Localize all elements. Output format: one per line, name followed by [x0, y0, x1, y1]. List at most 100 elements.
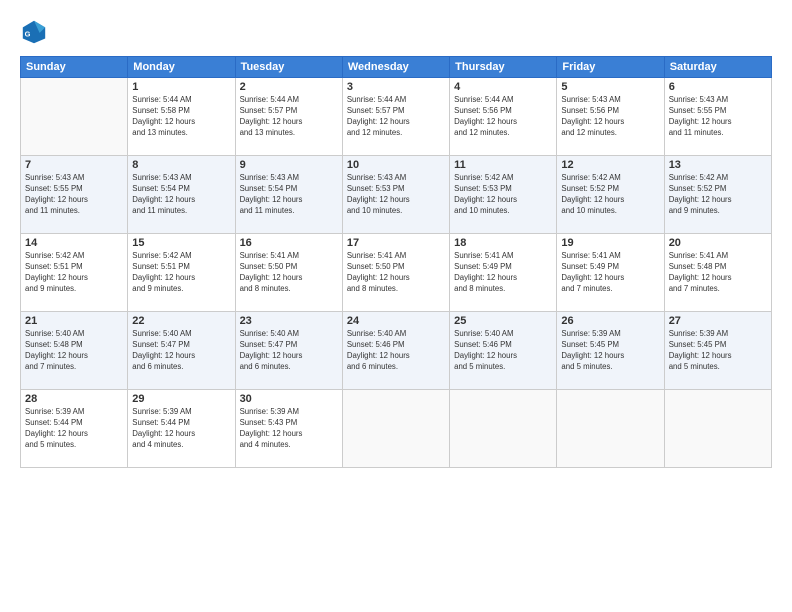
calendar-header-sunday: Sunday [21, 57, 128, 78]
day-number: 2 [240, 81, 338, 93]
day-info: Sunrise: 5:43 AM Sunset: 5:54 PM Dayligh… [132, 173, 230, 217]
calendar-cell: 13 Sunrise: 5:42 AM Sunset: 5:52 PM Dayli… [664, 156, 771, 234]
day-number: 14 [25, 237, 123, 249]
day-number: 23 [240, 315, 338, 327]
calendar-header-thursday: Thursday [450, 57, 557, 78]
calendar-cell: 11 Sunrise: 5:42 AM Sunset: 5:53 PM Dayli… [450, 156, 557, 234]
logo: G [20, 18, 52, 46]
day-number: 15 [132, 237, 230, 249]
svg-text:G: G [25, 30, 31, 39]
calendar-cell: 8 Sunrise: 5:43 AM Sunset: 5:54 PM Daylig… [128, 156, 235, 234]
day-info: Sunrise: 5:39 AM Sunset: 5:45 PM Dayligh… [669, 329, 767, 373]
day-info: Sunrise: 5:43 AM Sunset: 5:53 PM Dayligh… [347, 173, 445, 217]
day-number: 19 [561, 237, 659, 249]
day-number: 29 [132, 393, 230, 405]
day-number: 3 [347, 81, 445, 93]
calendar-cell: 15 Sunrise: 5:42 AM Sunset: 5:51 PM Dayli… [128, 234, 235, 312]
calendar-header-friday: Friday [557, 57, 664, 78]
day-info: Sunrise: 5:40 AM Sunset: 5:47 PM Dayligh… [132, 329, 230, 373]
day-info: Sunrise: 5:41 AM Sunset: 5:49 PM Dayligh… [454, 251, 552, 295]
calendar-cell: 25 Sunrise: 5:40 AM Sunset: 5:46 PM Dayli… [450, 312, 557, 390]
day-number: 5 [561, 81, 659, 93]
calendar-week-row: 28Sunrise: 5:39 AM Sunset: 5:44 PM Dayli… [21, 390, 772, 468]
calendar-cell: 14 Sunrise: 5:42 AM Sunset: 5:51 PM Dayli… [21, 234, 128, 312]
day-info: Sunrise: 5:44 AM Sunset: 5:57 PM Dayligh… [347, 95, 445, 139]
day-number: 13 [669, 159, 767, 171]
day-number: 25 [454, 315, 552, 327]
calendar-cell: 16 Sunrise: 5:41 AM Sunset: 5:50 PM Dayli… [235, 234, 342, 312]
calendar-cell [450, 390, 557, 468]
day-info: Sunrise: 5:42 AM Sunset: 5:53 PM Dayligh… [454, 173, 552, 217]
day-info: Sunrise: 5:39 AM Sunset: 5:44 PM Dayligh… [132, 407, 230, 451]
calendar-cell: 20Sunrise: 5:41 AM Sunset: 5:48 PM Dayli… [664, 234, 771, 312]
calendar-cell: 29 Sunrise: 5:39 AM Sunset: 5:44 PM Dayli… [128, 390, 235, 468]
calendar-cell: 30 Sunrise: 5:39 AM Sunset: 5:43 PM Dayli… [235, 390, 342, 468]
day-info: Sunrise: 5:43 AM Sunset: 5:56 PM Dayligh… [561, 95, 659, 139]
day-info: Sunrise: 5:41 AM Sunset: 5:49 PM Dayligh… [561, 251, 659, 295]
calendar-table: SundayMondayTuesdayWednesdayThursdayFrid… [20, 56, 772, 468]
day-number: 12 [561, 159, 659, 171]
day-info: Sunrise: 5:39 AM Sunset: 5:44 PM Dayligh… [25, 407, 123, 451]
day-info: Sunrise: 5:41 AM Sunset: 5:50 PM Dayligh… [240, 251, 338, 295]
day-info: Sunrise: 5:41 AM Sunset: 5:50 PM Dayligh… [347, 251, 445, 295]
day-info: Sunrise: 5:44 AM Sunset: 5:57 PM Dayligh… [240, 95, 338, 139]
calendar-week-row: 14 Sunrise: 5:42 AM Sunset: 5:51 PM Dayli… [21, 234, 772, 312]
day-info: Sunrise: 5:42 AM Sunset: 5:51 PM Dayligh… [132, 251, 230, 295]
calendar-header-saturday: Saturday [664, 57, 771, 78]
day-info: Sunrise: 5:43 AM Sunset: 5:55 PM Dayligh… [25, 173, 123, 217]
calendar-cell: 21Sunrise: 5:40 AM Sunset: 5:48 PM Dayli… [21, 312, 128, 390]
day-info: Sunrise: 5:44 AM Sunset: 5:58 PM Dayligh… [132, 95, 230, 139]
calendar-header-wednesday: Wednesday [342, 57, 449, 78]
day-number: 4 [454, 81, 552, 93]
day-number: 9 [240, 159, 338, 171]
day-number: 16 [240, 237, 338, 249]
calendar-cell: 27 Sunrise: 5:39 AM Sunset: 5:45 PM Dayli… [664, 312, 771, 390]
day-number: 27 [669, 315, 767, 327]
calendar-cell: 4 Sunrise: 5:44 AM Sunset: 5:56 PM Daylig… [450, 78, 557, 156]
day-number: 21 [25, 315, 123, 327]
day-info: Sunrise: 5:39 AM Sunset: 5:45 PM Dayligh… [561, 329, 659, 373]
logo-icon: G [20, 18, 48, 46]
calendar-header-monday: Monday [128, 57, 235, 78]
calendar-cell: 7 Sunrise: 5:43 AM Sunset: 5:55 PM Daylig… [21, 156, 128, 234]
day-number: 10 [347, 159, 445, 171]
calendar-cell: 1 Sunrise: 5:44 AM Sunset: 5:58 PM Daylig… [128, 78, 235, 156]
day-number: 8 [132, 159, 230, 171]
day-number: 24 [347, 315, 445, 327]
day-info: Sunrise: 5:40 AM Sunset: 5:47 PM Dayligh… [240, 329, 338, 373]
day-number: 26 [561, 315, 659, 327]
day-number: 22 [132, 315, 230, 327]
calendar-cell [342, 390, 449, 468]
day-info: Sunrise: 5:43 AM Sunset: 5:54 PM Dayligh… [240, 173, 338, 217]
calendar-cell: 24 Sunrise: 5:40 AM Sunset: 5:46 PM Dayli… [342, 312, 449, 390]
calendar-week-row: 7 Sunrise: 5:43 AM Sunset: 5:55 PM Daylig… [21, 156, 772, 234]
day-number: 7 [25, 159, 123, 171]
day-info: Sunrise: 5:43 AM Sunset: 5:55 PM Dayligh… [669, 95, 767, 139]
calendar-cell: 9 Sunrise: 5:43 AM Sunset: 5:54 PM Daylig… [235, 156, 342, 234]
day-info: Sunrise: 5:41 AM Sunset: 5:48 PM Dayligh… [669, 251, 767, 295]
day-info: Sunrise: 5:40 AM Sunset: 5:46 PM Dayligh… [347, 329, 445, 373]
calendar-week-row: 21Sunrise: 5:40 AM Sunset: 5:48 PM Dayli… [21, 312, 772, 390]
calendar-cell [664, 390, 771, 468]
calendar-cell: 28Sunrise: 5:39 AM Sunset: 5:44 PM Dayli… [21, 390, 128, 468]
day-number: 6 [669, 81, 767, 93]
day-number: 18 [454, 237, 552, 249]
calendar-header-tuesday: Tuesday [235, 57, 342, 78]
calendar-cell: 6 Sunrise: 5:43 AM Sunset: 5:55 PM Daylig… [664, 78, 771, 156]
calendar-cell: 23 Sunrise: 5:40 AM Sunset: 5:47 PM Dayli… [235, 312, 342, 390]
page: G SundayMondayTuesdayWednesdayThursdayFr… [0, 0, 792, 612]
day-number: 11 [454, 159, 552, 171]
day-info: Sunrise: 5:44 AM Sunset: 5:56 PM Dayligh… [454, 95, 552, 139]
calendar-cell: 18 Sunrise: 5:41 AM Sunset: 5:49 PM Dayli… [450, 234, 557, 312]
day-info: Sunrise: 5:42 AM Sunset: 5:52 PM Dayligh… [669, 173, 767, 217]
day-info: Sunrise: 5:42 AM Sunset: 5:51 PM Dayligh… [25, 251, 123, 295]
day-number: 17 [347, 237, 445, 249]
calendar-cell: 17 Sunrise: 5:41 AM Sunset: 5:50 PM Dayli… [342, 234, 449, 312]
header: G [20, 18, 772, 46]
day-number: 30 [240, 393, 338, 405]
calendar-cell [21, 78, 128, 156]
day-number: 1 [132, 81, 230, 93]
calendar-cell: 19 Sunrise: 5:41 AM Sunset: 5:49 PM Dayli… [557, 234, 664, 312]
day-info: Sunrise: 5:39 AM Sunset: 5:43 PM Dayligh… [240, 407, 338, 451]
day-info: Sunrise: 5:40 AM Sunset: 5:46 PM Dayligh… [454, 329, 552, 373]
